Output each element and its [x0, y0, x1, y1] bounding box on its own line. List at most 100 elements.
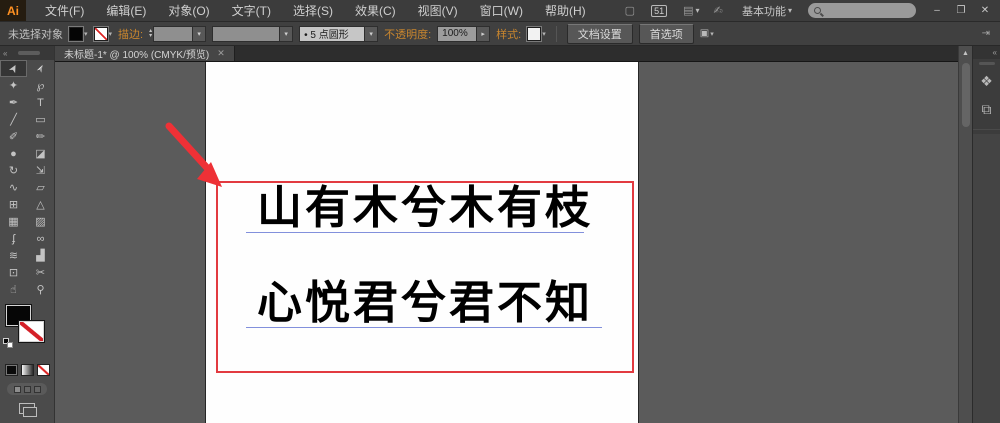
width-profile-control[interactable]: ▾ — [212, 26, 293, 42]
close-button[interactable]: ✕ — [974, 3, 996, 19]
paintbrush-tool[interactable]: ✐ — [0, 128, 27, 145]
arrange-documents-icon[interactable]: ▤▾ — [683, 4, 699, 17]
close-tab-icon[interactable]: ✕ — [217, 48, 225, 59]
eyedropper-tool[interactable]: ʄ — [0, 230, 27, 247]
collapse-control-panel-icon[interactable]: ⇥ — [982, 28, 992, 39]
document-tab[interactable]: 未标题-1* @ 100% (CMYK/预览) ✕ — [55, 46, 235, 61]
text-object-line1[interactable]: 山有木兮木有枝 — [218, 184, 632, 232]
chevron-down-icon[interactable]: ▾ — [365, 26, 378, 42]
search-box[interactable] — [808, 3, 916, 18]
opacity-field[interactable]: 100% — [437, 26, 477, 42]
gradient-button[interactable] — [21, 364, 34, 376]
blend-tool[interactable]: ∞ — [27, 230, 54, 247]
main-menus: 文件(F)编辑(E)对象(O)文字(T)选择(S)效果(C)视图(V)窗口(W)… — [34, 0, 597, 21]
stroke-color-swatch[interactable] — [19, 321, 44, 342]
dock-grip[interactable] — [979, 62, 995, 65]
preferences-button[interactable]: 首选项 — [639, 24, 694, 44]
stroke-weight-control[interactable]: ▴▾ ▾ — [149, 26, 206, 42]
scale-tool[interactable]: ⇲ — [27, 162, 54, 179]
canvas-area[interactable]: 山有木兮木有枝 心悦君兮君不知 — [55, 62, 958, 423]
menu-effect[interactable]: 效果(C) — [344, 0, 407, 21]
shape-builder-tool[interactable]: ⊞ — [0, 196, 27, 213]
stroke-weight-field[interactable] — [153, 26, 193, 42]
menu-file[interactable]: 文件(F) — [34, 0, 95, 21]
scrollbar-thumb[interactable] — [962, 63, 970, 127]
rotate-tool[interactable]: ↻ — [0, 162, 27, 179]
gradient-tool[interactable]: ▨ — [27, 213, 54, 230]
width-profile-field[interactable] — [212, 26, 280, 42]
screen-mode-button[interactable] — [19, 403, 35, 414]
menu-window[interactable]: 窗口(W) — [469, 0, 534, 21]
stroke-none-swatch[interactable] — [94, 27, 108, 41]
style-control[interactable]: ▾ — [527, 27, 546, 41]
dock-icons: ❖⧉ — [975, 69, 999, 125]
column-graph-tool[interactable]: ▟ — [27, 247, 54, 264]
menu-view[interactable]: 视图(V) — [407, 0, 469, 21]
mesh-tool[interactable]: ▦ — [0, 213, 27, 230]
cs-live-icon[interactable]: ✍ — [714, 4, 725, 17]
line-segment-tool[interactable]: ╱ — [0, 111, 27, 128]
rectangle-tool[interactable]: ▭ — [27, 111, 54, 128]
pencil-tool[interactable]: ✏ — [27, 128, 54, 145]
default-fill-stroke-icon[interactable] — [3, 338, 14, 349]
opacity-control[interactable]: 100% ▸ — [437, 26, 490, 42]
lasso-tool[interactable]: ℘ — [27, 77, 54, 94]
artboards-panel-icon[interactable]: ⧉ — [975, 97, 999, 121]
direct-selection-tool[interactable]: ➣ — [27, 60, 54, 77]
tools-panel: « ➤ ➣ ✦ ℘ ✒ T ╱ ▭ — [0, 46, 55, 423]
text-object-line2[interactable]: 心悦君兮君不知 — [218, 279, 632, 327]
fill-swatch[interactable] — [69, 27, 83, 41]
expand-dock-icon[interactable]: « — [993, 48, 997, 57]
menu-type[interactable]: 文字(T) — [221, 0, 282, 21]
none-button[interactable] — [37, 364, 50, 376]
chevron-down-icon: ▾ — [84, 30, 88, 38]
badge-51-icon[interactable]: 51 — [651, 5, 669, 17]
selection-tool[interactable]: ➤ — [0, 60, 27, 77]
align-options-control[interactable]: ▣ ▾ — [700, 28, 714, 39]
stroke-color-control[interactable]: ▾ — [94, 27, 113, 41]
artboard[interactable]: 山有木兮木有枝 心悦君兮君不知 — [205, 62, 639, 423]
menu-help[interactable]: 帮助(H) — [534, 0, 597, 21]
menu-object[interactable]: 对象(O) — [157, 0, 220, 21]
magic-wand-tool[interactable]: ✦ — [0, 77, 27, 94]
menu-edit[interactable]: 编辑(E) — [95, 0, 157, 21]
chevron-right-icon[interactable]: ▸ — [477, 26, 490, 42]
tools-grid: ➤ ➣ ✦ ℘ ✒ T ╱ ▭ ✐ ✏ — [0, 60, 54, 298]
document-setup-button[interactable]: 文档设置 — [567, 24, 633, 44]
eraser-tool[interactable]: ◪ — [27, 145, 54, 162]
restore-button[interactable]: ❐ — [950, 3, 972, 19]
bridge-icon[interactable]: ▢ — [625, 4, 637, 17]
menu-bar: Ai 文件(F)编辑(E)对象(O)文字(T)选择(S)效果(C)视图(V)窗口… — [0, 0, 1000, 22]
brush-definition-control[interactable]: • 5 点圆形 ▾ — [299, 26, 378, 42]
stepper-icons[interactable]: ▴▾ — [149, 29, 152, 39]
type-tool[interactable]: T — [27, 94, 54, 111]
style-swatch[interactable] — [527, 27, 541, 41]
menu-select[interactable]: 选择(S) — [282, 0, 344, 21]
perspective-grid-tool[interactable]: △ — [27, 196, 54, 213]
collapse-panel-icon[interactable]: « — [3, 49, 7, 58]
app-logo: Ai — [0, 0, 26, 21]
blob-brush-tool[interactable]: ● — [0, 145, 27, 162]
search-input[interactable] — [825, 4, 905, 17]
chevron-down-icon[interactable]: ▾ — [280, 26, 293, 42]
artboard-tool[interactable]: ⊡ — [0, 264, 27, 281]
fill-color-control[interactable]: ▾ — [69, 27, 88, 41]
zoom-tool[interactable]: ⚲ — [27, 281, 54, 298]
hand-tool[interactable]: ☝ — [0, 281, 27, 298]
drawing-mode-buttons[interactable] — [7, 383, 47, 395]
color-button[interactable] — [5, 364, 18, 376]
scroll-up-icon[interactable]: ▲ — [962, 46, 969, 57]
brush-definition-field[interactable]: • 5 点圆形 — [299, 26, 365, 42]
vertical-scrollbar[interactable]: ▲ — [958, 46, 972, 423]
pen-tool[interactable]: ✒ — [0, 94, 27, 111]
free-transform-tool[interactable]: ▱ — [27, 179, 54, 196]
dock-header: « — [973, 46, 1000, 59]
layers-panel-icon[interactable]: ❖ — [975, 69, 999, 93]
minimize-button[interactable]: – — [926, 3, 948, 19]
panel-grip[interactable] — [18, 51, 40, 55]
symbol-sprayer-tool[interactable]: ≋ — [0, 247, 27, 264]
workspace-switcher[interactable]: 基本功能 ▾ — [736, 1, 798, 21]
chevron-down-icon[interactable]: ▾ — [193, 26, 206, 42]
width-tool[interactable]: ∿ — [0, 179, 27, 196]
slice-tool[interactable]: ✂ — [27, 264, 54, 281]
